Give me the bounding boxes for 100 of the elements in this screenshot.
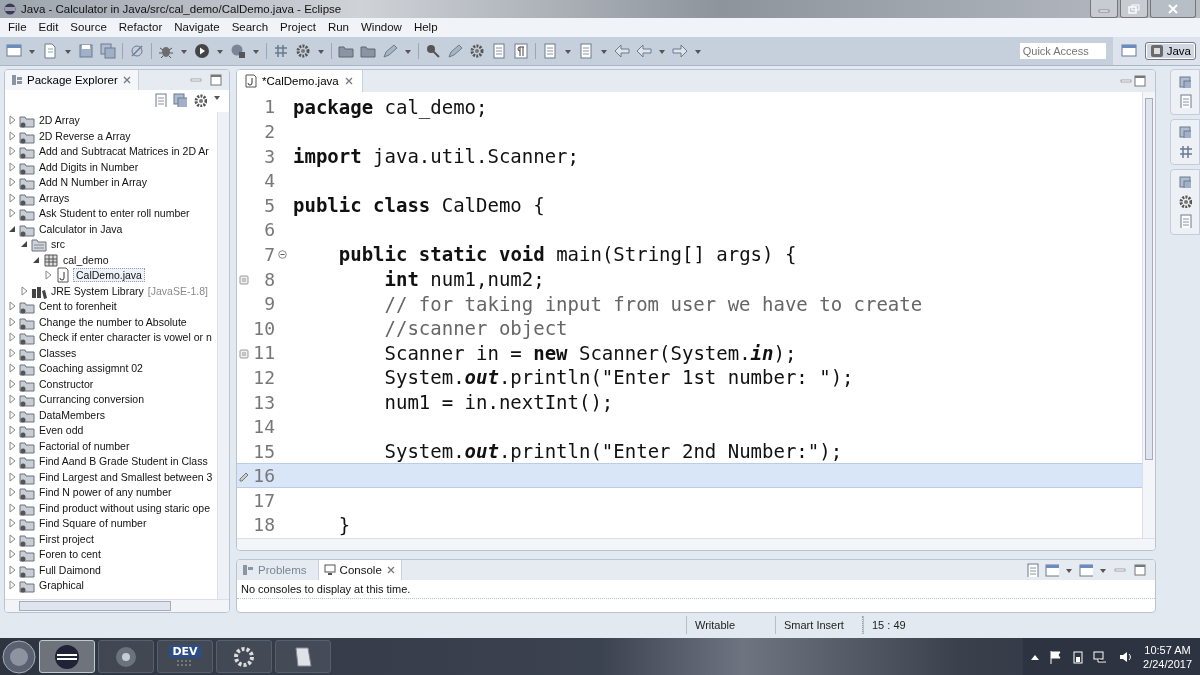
collapsed-arrow-icon[interactable] (8, 177, 17, 188)
tree-item[interactable]: Calculator in Java (37, 222, 125, 235)
restore-button[interactable] (1120, 0, 1148, 18)
minimize-button[interactable] (1090, 0, 1118, 18)
tree-item[interactable]: Find Square of number (37, 517, 149, 530)
tree-item[interactable]: CalDemo.java (73, 268, 145, 283)
collapsed-arrow-icon[interactable] (8, 425, 17, 436)
pencil-icon[interactable] (382, 42, 398, 59)
horizontal-scrollbar[interactable] (19, 600, 171, 611)
menu-item[interactable]: Run (321, 21, 355, 34)
taskbar-button[interactable] (98, 640, 154, 674)
tree-item[interactable]: Cent to forenheit (37, 300, 119, 313)
tree-item[interactable]: Ask Student to enter roll number (37, 207, 192, 220)
tree-item[interactable]: cal_demo (61, 253, 111, 266)
battery-icon[interactable] (1073, 649, 1084, 664)
slash-circle-icon[interactable] (129, 42, 145, 59)
pilcrow-icon[interactable] (513, 42, 529, 59)
maximize-icon[interactable] (1133, 562, 1147, 577)
gear-icon[interactable] (295, 42, 311, 59)
collapsed-arrow-icon[interactable] (8, 580, 17, 591)
tree-item[interactable]: Graphical (37, 579, 86, 592)
close-button[interactable] (1150, 0, 1196, 18)
tree-item[interactable]: Find Aand B Grade Student in Class (37, 455, 210, 468)
collapsed-arrow-icon[interactable] (8, 192, 17, 203)
menu-item[interactable]: Navigate (168, 21, 226, 34)
page-icon[interactable] (578, 42, 594, 59)
menu-item[interactable]: Window (355, 21, 408, 34)
vertical-scrollbar[interactable] (1145, 97, 1153, 460)
tree-item[interactable]: Constructor (37, 377, 96, 390)
menu-item[interactable]: Refactor (112, 21, 169, 34)
flag-icon[interactable] (1049, 649, 1064, 664)
page-icon[interactable] (491, 42, 507, 59)
maximize-icon[interactable] (1133, 73, 1147, 88)
menu-item[interactable]: Search (225, 21, 275, 34)
collapsed-arrow-icon[interactable] (8, 440, 17, 451)
collapsed-arrow-icon[interactable] (8, 518, 17, 529)
tree-item[interactable]: Find N power of any number (37, 486, 174, 499)
collapsed-arrow-icon[interactable] (8, 378, 17, 389)
tree-item[interactable]: Add Digits in Number (37, 160, 141, 173)
restore-view-icon[interactable] (1179, 75, 1191, 88)
collapsed-arrow-icon[interactable] (8, 115, 17, 126)
arrow-right-icon[interactable] (672, 42, 688, 59)
pencil-icon[interactable] (447, 42, 463, 59)
tree-item[interactable]: Check if enter character is vowel or n (37, 331, 214, 344)
collapsed-arrow-icon[interactable] (8, 471, 17, 482)
collapsed-arrow-icon[interactable] (8, 347, 17, 358)
restore-view-icon[interactable] (1179, 175, 1191, 188)
new-file-icon[interactable] (42, 42, 58, 59)
collapsed-arrow-icon[interactable] (8, 301, 17, 312)
tree-item[interactable]: Full Daimond (37, 563, 103, 576)
page-icon[interactable] (542, 42, 558, 59)
menu-item[interactable]: Edit (32, 21, 65, 34)
collapsed-arrow-icon[interactable] (8, 208, 17, 219)
collapsed-arrow-icon[interactable] (8, 533, 17, 544)
view-tab[interactable]: Package Explorer (5, 69, 139, 90)
save-icon[interactable] (78, 42, 94, 59)
warning-marker-icon[interactable] (239, 346, 249, 359)
collapsed-arrow-icon[interactable] (8, 502, 17, 513)
tree-item[interactable]: Change the number to Absolute (37, 315, 189, 328)
expanded-arrow-icon[interactable] (20, 239, 29, 250)
taskbar-button[interactable] (216, 640, 272, 674)
speaker-icon[interactable] (1119, 649, 1134, 664)
collapsed-arrow-icon[interactable] (44, 270, 53, 281)
editor-tab[interactable]: *CalDemo.java (237, 69, 363, 92)
tree-item[interactable]: Add N Number in Array (37, 176, 149, 189)
play-icon[interactable] (194, 42, 210, 59)
collapsed-arrow-icon[interactable] (20, 285, 29, 296)
collapsed-arrow-icon[interactable] (8, 146, 17, 157)
collapsed-arrow-icon[interactable] (8, 161, 17, 172)
collapsed-arrow-icon[interactable] (8, 363, 17, 374)
tree-item[interactable]: Factorial of number (37, 439, 132, 452)
tree-item[interactable]: Even odd (37, 424, 86, 437)
tree-item[interactable]: Foren to cent (37, 548, 103, 561)
collapsed-arrow-icon[interactable] (8, 332, 17, 343)
gear-icon[interactable] (469, 42, 485, 59)
save-all-icon[interactable] (100, 42, 116, 59)
arrow-left-icon[interactable] (614, 42, 630, 59)
tree-item[interactable]: 2D Array (37, 114, 82, 127)
tree-item[interactable]: 2D Reverse a Array (37, 129, 133, 142)
perspective-button[interactable]: Java (1144, 41, 1196, 60)
tree-item[interactable]: Find product without using staric ope (37, 501, 212, 514)
collapsed-arrow-icon[interactable] (8, 487, 17, 498)
collapsed-arrow-icon[interactable] (8, 456, 17, 467)
collapsed-arrow-icon[interactable] (8, 409, 17, 420)
collapsed-arrow-icon[interactable] (8, 316, 17, 327)
collapsed-arrow-icon[interactable] (8, 394, 17, 405)
tree-item[interactable]: Classes (37, 346, 79, 359)
tree-item[interactable]: DataMembers (37, 408, 107, 421)
menu-item[interactable]: Help (407, 21, 444, 34)
window-icon[interactable] (6, 42, 22, 59)
menu-item[interactable]: Project (274, 21, 322, 34)
quick-access-field[interactable]: Quick Access (1018, 41, 1107, 60)
tree-item[interactable]: Add and Subtracat Matrices in 2D Ar (37, 145, 211, 158)
menu-item[interactable]: Source (64, 21, 113, 34)
menu-item[interactable]: File (2, 21, 33, 34)
maximize-icon[interactable] (209, 72, 223, 87)
collapsed-arrow-icon[interactable] (8, 564, 17, 575)
tree-item[interactable]: JRE System Library (49, 284, 146, 297)
taskbar-button[interactable]: DEV (157, 640, 213, 674)
tree-item[interactable]: Find Largest and Smallest between 3 (37, 470, 215, 483)
